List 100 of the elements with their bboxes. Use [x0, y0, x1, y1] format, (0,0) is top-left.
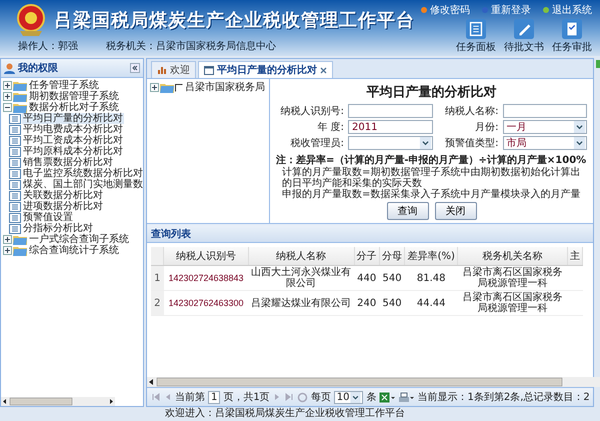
list-title: 查询列表: [147, 226, 593, 243]
note-text: 计算的月产量取数=期初数据管理子系统中由期初数据初始化计算出的日平均产能和采集的实际天数: [281, 167, 582, 189]
folder-icon: [13, 80, 27, 91]
operator-label: 操作人：郭强: [18, 40, 78, 53]
table-cell: 540: [379, 266, 405, 290]
folder-icon: [13, 245, 27, 256]
collapse-panel-icon[interactable]: [130, 63, 140, 73]
button[interactable]: 查询: [386, 202, 428, 220]
input-field[interactable]: 2011: [348, 120, 432, 134]
dropdown-caret-icon: [573, 137, 586, 149]
user-icon: [4, 62, 15, 74]
field-label: 纳税人名称:: [444, 104, 498, 118]
folder-icon: [13, 234, 27, 245]
expand-icon[interactable]: [3, 92, 12, 101]
tree-item[interactable]: 数据分析比对子系统: [28, 102, 120, 113]
folder-icon: [13, 91, 27, 102]
tree-item[interactable]: 一户式综合查询子系统: [28, 234, 130, 245]
tree-item[interactable]: 平均电费成本分析比对: [22, 124, 124, 135]
tree-item[interactable]: 任务管理子系统: [28, 80, 100, 91]
printer-icon[interactable]: [398, 392, 414, 402]
header-link[interactable]: 退出系统: [552, 3, 592, 17]
tree-item[interactable]: 平均工资成本分析比对: [22, 135, 124, 146]
dropdown-caret-icon: [418, 137, 432, 149]
emblem-icon: [16, 3, 46, 37]
quick-action-button[interactable]: 任务面板: [456, 19, 496, 54]
tree-item[interactable]: 期初数据管理子系统: [28, 91, 120, 102]
table-cell: 142302762463300: [164, 290, 248, 316]
field-label: 预警值类型:: [444, 136, 498, 150]
tree-item[interactable]: 煤炭、国土部门实地测量数: [22, 179, 143, 190]
tree-item[interactable]: 关联数据分析比对: [22, 190, 104, 201]
column-header[interactable]: 税务机关名称: [458, 247, 568, 266]
table-cell: 吕梁市离石区国家税务局税源管理一科: [458, 290, 568, 316]
field-label: 月份:: [474, 121, 498, 134]
collapse-icon[interactable]: [3, 103, 12, 112]
table-cell: 44.44: [404, 290, 458, 316]
input-field[interactable]: [502, 104, 587, 118]
table-cell: 142302724638843: [164, 266, 248, 290]
column-header[interactable]: 分母: [379, 247, 405, 266]
folder-icon: [13, 102, 27, 113]
tree-item[interactable]: 预警值设置: [22, 212, 74, 223]
expand-icon[interactable]: [3, 235, 12, 244]
folder-icon: [160, 82, 174, 93]
quick-action-button[interactable]: 待批文书: [504, 19, 544, 54]
tree-item[interactable]: 电子监控系统数据分析比对: [22, 168, 143, 179]
quick-action-button[interactable]: 任务审批: [552, 19, 592, 54]
button[interactable]: 关闭: [434, 202, 476, 220]
table-cell: 540: [379, 290, 405, 316]
table-cell: 吕梁市离石区国家税务局税源管理一科: [458, 266, 568, 290]
field-label: 年 度:: [316, 120, 344, 134]
spreadsheet-export-icon[interactable]: [379, 392, 396, 402]
header-link[interactable]: 重新登录: [491, 3, 531, 17]
window-icon: [204, 66, 214, 74]
expand-icon[interactable]: [3, 81, 12, 90]
dropdown-field[interactable]: 市局: [502, 136, 587, 150]
per-page-label: 每页: [310, 391, 331, 404]
expand-icon[interactable]: [3, 246, 12, 255]
office-label: 税务机关：吕梁市国家税务局信息中心: [106, 40, 276, 53]
table-cell: 吕梁耀达煤业有限公司: [248, 290, 354, 316]
table-cell: 山西大土河永兴煤业有限公司: [248, 266, 354, 290]
note-text: 申报的月产量取数=数据采集录入子系统中月产量模块录入的月产量: [281, 189, 582, 200]
footer-text: 欢迎进入：吕梁国税局煤炭生产企业税收管理工作平台: [164, 407, 406, 421]
header-link[interactable]: 修改密码: [430, 3, 470, 17]
close-icon[interactable]: [320, 66, 327, 74]
dropdown-caret-icon: [349, 392, 362, 402]
dropdown-field[interactable]: [348, 136, 432, 150]
tree-item[interactable]: 销售票数据分析比对: [22, 157, 114, 168]
table-cell: 240: [354, 290, 380, 316]
formula-note: 注：差异率=（计算的月产量-申报的月产量）÷计算的月产量×100%: [276, 153, 587, 166]
field-label: 税收管理员:: [290, 136, 344, 150]
page-size-dropdown[interactable]: 10: [334, 390, 364, 404]
table-cell: 81.48: [404, 266, 458, 290]
chart-icon: [157, 66, 167, 74]
record-summary: 当前显示：1条到第2条,总记录数目：2: [417, 390, 590, 404]
checkbox-icon[interactable]: [175, 84, 183, 92]
tree-item[interactable]: 平均日产量的分析比对: [22, 113, 124, 124]
page-label: 当前第: [175, 390, 205, 404]
row-number: 1: [151, 266, 164, 290]
table-cell: 440: [354, 266, 380, 290]
tree-item[interactable]: 进项数据分析比对: [22, 201, 104, 212]
column-header[interactable]: 纳税人名称: [248, 247, 354, 266]
column-header[interactable]: 分子: [354, 247, 380, 266]
field-label: 纳税人识别号:: [280, 104, 344, 118]
tab[interactable]: 欢迎: [151, 61, 196, 78]
column-header[interactable]: 主: [568, 247, 582, 266]
row-number: 2: [151, 290, 164, 316]
tree-item[interactable]: 平均原料成本分析比对: [22, 146, 124, 157]
column-header[interactable]: 差异率(%): [404, 247, 458, 266]
tree-item[interactable]: 综合查询统计子系统: [28, 245, 120, 256]
unit-label: 条: [366, 391, 376, 404]
tab[interactable]: 平均日产量的分析比对: [198, 61, 333, 78]
input-field[interactable]: [348, 104, 432, 118]
app-title: 吕梁国税局煤炭生产企业税收管理工作平台: [54, 9, 415, 32]
page-count-label: 页，共1页: [223, 390, 270, 404]
dropdown-field[interactable]: 一月: [502, 120, 587, 134]
page-input-field[interactable]: 1: [208, 390, 220, 404]
column-header[interactable]: 纳税人识别号: [164, 247, 248, 266]
expand-icon[interactable]: [150, 83, 159, 92]
tree-item[interactable]: 吕梁市国家税务局: [184, 82, 266, 93]
tree-item[interactable]: 分指标分析比对: [22, 223, 94, 234]
dropdown-caret-icon: [573, 121, 586, 133]
